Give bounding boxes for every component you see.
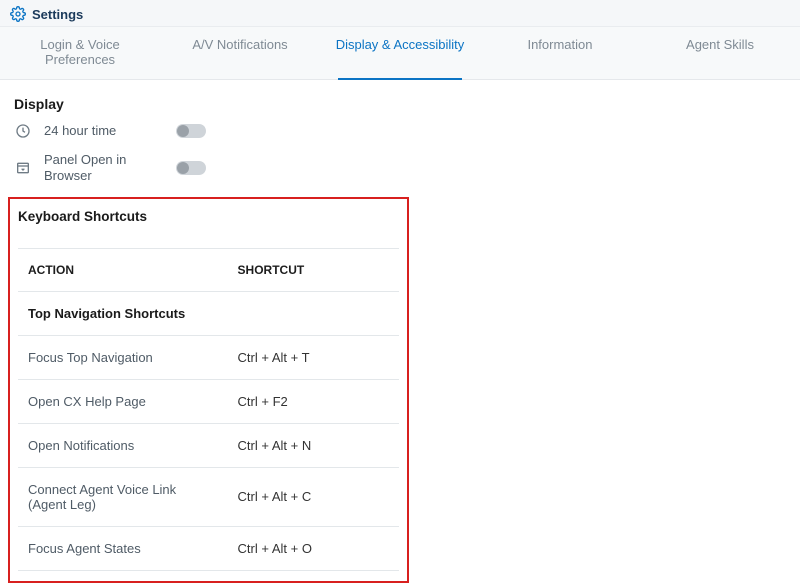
gear-icon	[10, 6, 26, 22]
setting-panel-open-in-browser: Panel Open in Browser	[14, 152, 409, 185]
page-title: Settings	[32, 7, 83, 22]
setting-label: 24 hour time	[44, 123, 164, 139]
toggle-24-hour-time[interactable]	[176, 124, 206, 138]
keyboard-shortcuts-table: ACTION SHORTCUT Top Navigation Shortcuts…	[18, 248, 399, 571]
shortcut-key: Ctrl + F2	[228, 379, 399, 423]
column-header-action: ACTION	[18, 248, 228, 291]
tab-display-accessibility[interactable]: Display & Accessibility	[320, 27, 480, 79]
shortcut-action: Open CX Help Page	[18, 379, 228, 423]
column-header-shortcut: SHORTCUT	[228, 248, 399, 291]
panel-open-icon	[14, 159, 32, 177]
tab-login-voice-preferences[interactable]: Login & Voice Preferences	[0, 27, 160, 79]
toggle-panel-open-in-browser[interactable]	[176, 161, 206, 175]
shortcut-group-label: Top Navigation Shortcuts	[18, 291, 399, 335]
table-row: Connect Agent Voice Link (Agent Leg)Ctrl…	[18, 467, 399, 526]
shortcut-action: Focus Top Navigation	[18, 335, 228, 379]
shortcut-action: Open Notifications	[18, 423, 228, 467]
shortcut-key: Ctrl + Alt + O	[228, 526, 399, 570]
setting-24-hour-time: 24 hour time	[14, 122, 409, 140]
tab-information[interactable]: Information	[480, 27, 640, 79]
tab-bar: Login & Voice PreferencesA/V Notificatio…	[0, 27, 800, 80]
table-row: Open NotificationsCtrl + Alt + N	[18, 423, 399, 467]
table-row: Focus Agent StatesCtrl + Alt + O	[18, 526, 399, 570]
tab-agent-skills[interactable]: Agent Skills	[640, 27, 800, 79]
keyboard-shortcuts-title: Keyboard Shortcuts	[18, 209, 399, 224]
display-section-title: Display	[14, 96, 409, 112]
shortcut-key: Ctrl + Alt + T	[228, 335, 399, 379]
shortcut-action: Connect Agent Voice Link (Agent Leg)	[18, 467, 228, 526]
page-header: Settings	[0, 0, 800, 27]
shortcut-key: Ctrl + Alt + C	[228, 467, 399, 526]
shortcut-action: Focus Agent States	[18, 526, 228, 570]
setting-label: Panel Open in Browser	[44, 152, 164, 185]
tab-a-v-notifications[interactable]: A/V Notifications	[160, 27, 320, 79]
shortcut-key: Ctrl + Alt + N	[228, 423, 399, 467]
keyboard-shortcuts-highlight: Keyboard Shortcuts ACTION SHORTCUT Top N…	[8, 197, 409, 583]
table-row: Open CX Help PageCtrl + F2	[18, 379, 399, 423]
shortcut-group-row: Top Navigation Shortcuts	[18, 291, 399, 335]
clock-icon	[14, 122, 32, 140]
table-row: Focus Top NavigationCtrl + Alt + T	[18, 335, 399, 379]
